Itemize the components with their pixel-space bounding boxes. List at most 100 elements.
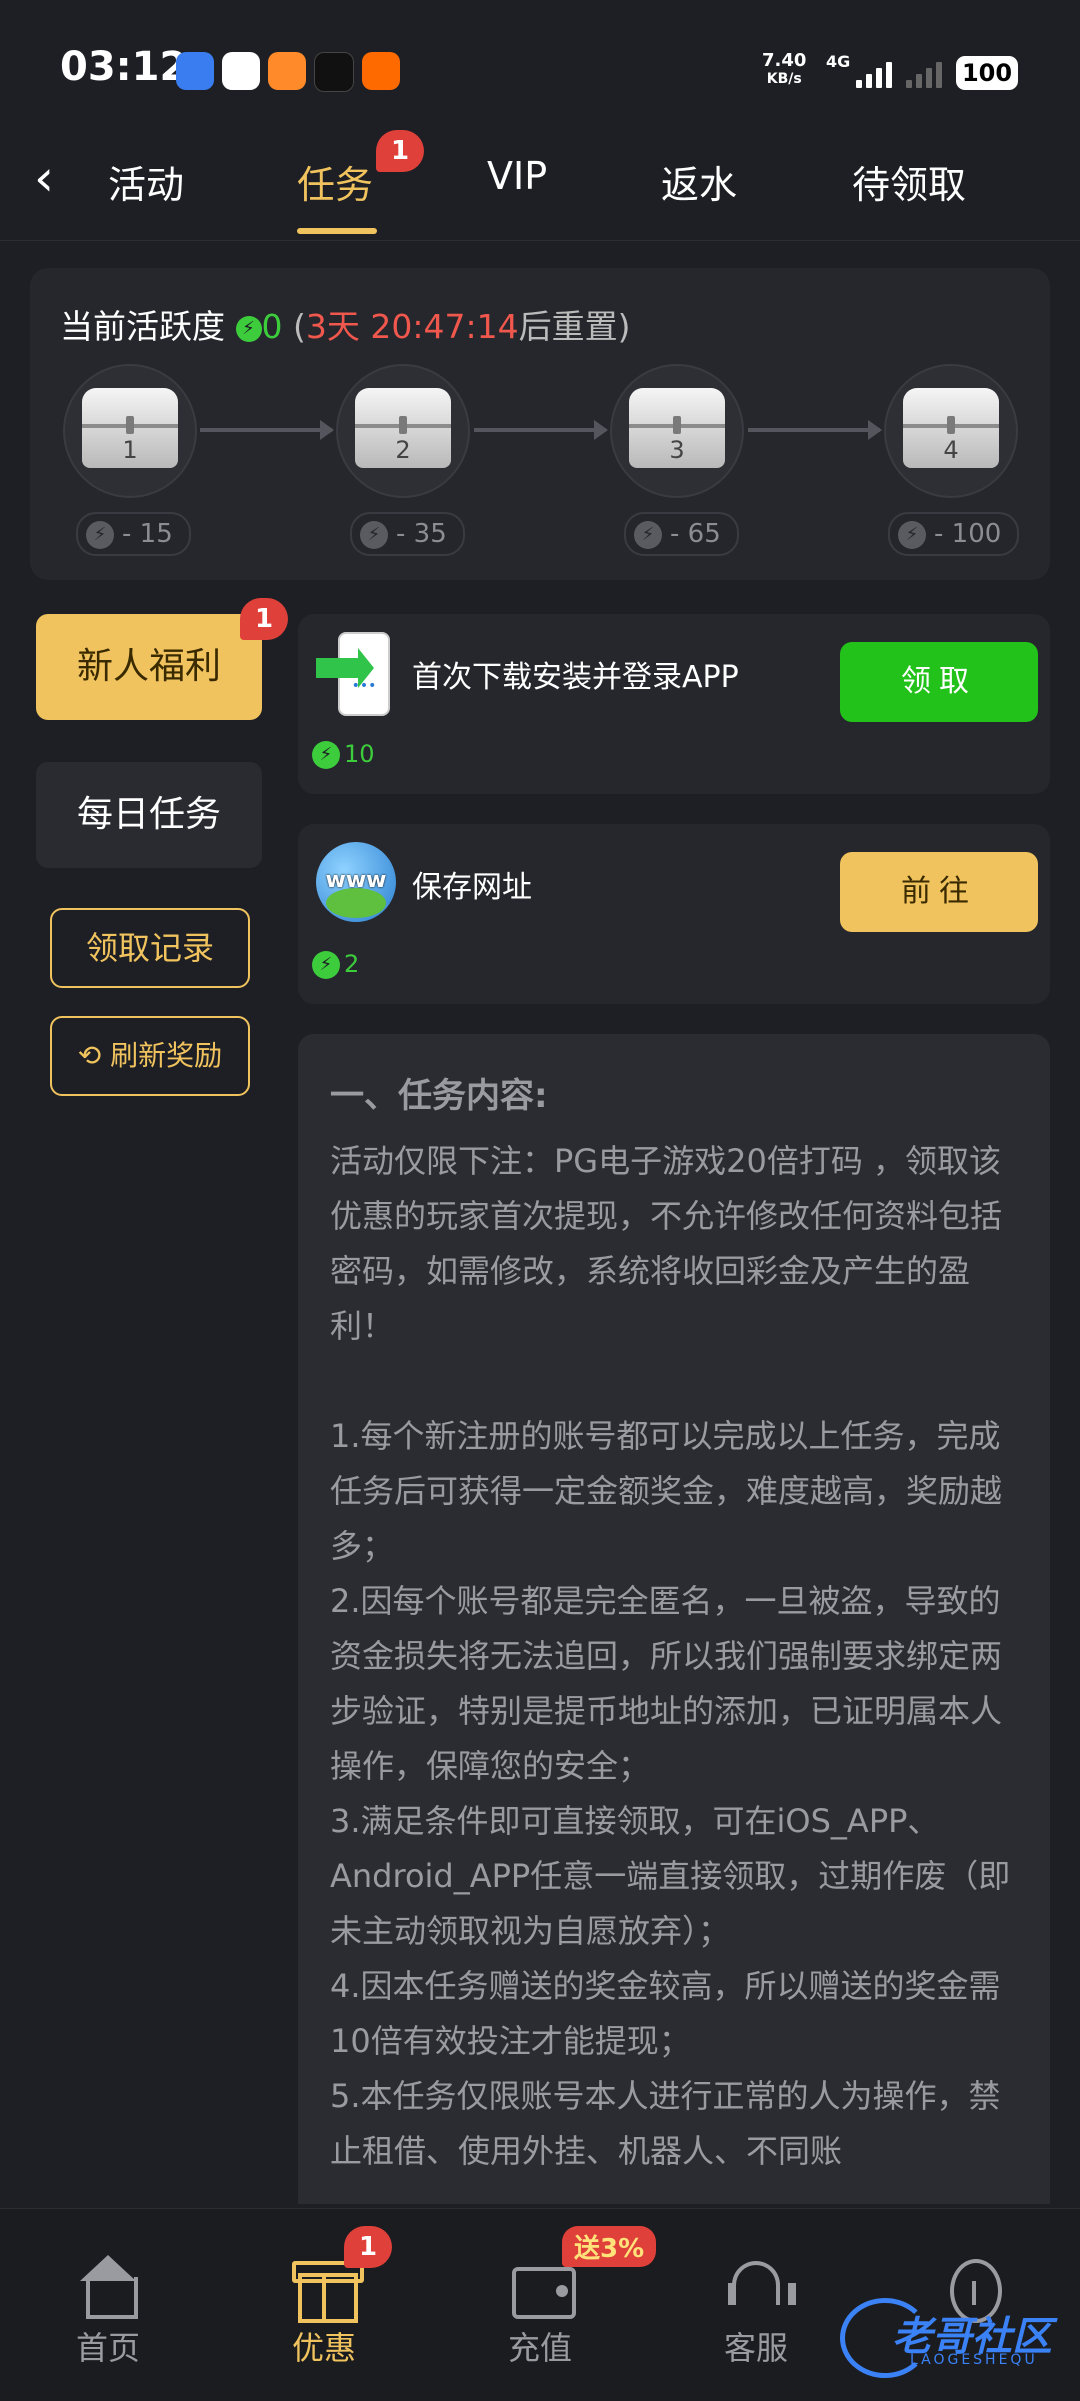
go-button[interactable]: 前往 xyxy=(840,852,1038,932)
task-card: 首次下载安装并登录APP ⚡10 领取 xyxy=(298,614,1050,794)
www-globe-icon: www xyxy=(316,842,396,922)
chest-label: 2 xyxy=(395,436,411,464)
task-description: 一、任务内容: 活动仅限下注：PG电子游戏20倍打码 ，领取该优惠的玩家首次提现… xyxy=(298,1034,1050,2204)
progress-arrow xyxy=(748,420,882,440)
requirement-value: - 100 xyxy=(934,519,1002,549)
claim-button[interactable]: 领取 xyxy=(840,642,1038,722)
chest-requirement-2: ⚡ - 35 xyxy=(350,512,465,556)
tab-activity[interactable]: 活动 xyxy=(108,154,184,209)
phone-download-icon xyxy=(316,632,396,716)
chest-label: 3 xyxy=(669,436,685,464)
rule-item: 1.每个新注册的账号都可以完成以上任务，完成任务后可获得一定金额奖金，难度越高，… xyxy=(330,1417,1003,1565)
treasure-chest-4[interactable]: 4 xyxy=(884,364,1018,498)
chest-icon: 1 xyxy=(82,388,178,468)
top-tab-bar: ‹ 活动 任务 1 VIP 返水 待领取 xyxy=(0,130,1080,241)
chest-requirement-4: ⚡ - 100 xyxy=(888,512,1020,556)
chest-requirement-3: ⚡ - 65 xyxy=(624,512,739,556)
description-body: 活动仅限下注：PG电子游戏20倍打码 ，领取该优惠的玩家首次提现，不允许修改任何… xyxy=(330,1134,1030,2179)
treasure-chest-1[interactable]: 1 xyxy=(63,364,197,498)
chest-label: 4 xyxy=(943,436,959,464)
activity-title: 当前活跃度 ⚡ 0 (3天 20:47:14后重置) xyxy=(60,300,630,348)
task-title: 保存网址 xyxy=(412,870,532,905)
treasure-chest-2[interactable]: 2 xyxy=(336,364,470,498)
nav-home[interactable]: 首页 xyxy=(28,2255,188,2369)
tiktok-icon xyxy=(314,52,354,92)
tab-rebate[interactable]: 返水 xyxy=(661,154,737,209)
side-tab-newbie[interactable]: 新人福利 xyxy=(36,614,262,720)
energy-bolt-icon: ⚡ xyxy=(898,520,926,549)
watermark-logo: 老哥社区 LAOGESHEQU xyxy=(840,2290,1070,2380)
watermark-subtext: LAOGESHEQU xyxy=(910,2352,1038,2368)
chest-icon: 2 xyxy=(355,388,451,468)
energy-bolt-icon: ⚡ xyxy=(312,741,340,769)
signal-icon-sim2 xyxy=(906,62,942,88)
refresh-label: 刷新奖励 xyxy=(110,1039,223,1072)
nav-support[interactable]: 客服 xyxy=(676,2255,836,2369)
nav-label: 客服 xyxy=(723,2329,788,2367)
energy-bolt-icon: ⚡ xyxy=(235,315,262,342)
progress-arrow xyxy=(200,420,334,440)
energy-bolt-icon: ⚡ xyxy=(86,520,114,549)
treasure-chest-3[interactable]: 3 xyxy=(610,364,744,498)
requirement-value: - 65 xyxy=(670,519,721,549)
net-speed-value: 7.40 xyxy=(762,50,807,71)
reward-value: 10 xyxy=(344,740,375,768)
tab-tasks-badge: 1 xyxy=(376,130,424,172)
claim-record-button[interactable]: 领取记录 xyxy=(50,908,250,988)
energy-bolt-icon: ⚡ xyxy=(634,520,662,549)
tab-tasks[interactable]: 任务 xyxy=(297,154,373,209)
www-text: www xyxy=(325,868,387,893)
refresh-rewards-button[interactable]: ⟲ 刷新奖励 xyxy=(50,1016,250,1096)
active-tab-indicator xyxy=(297,228,377,234)
activity-card: 当前活跃度 ⚡ 0 (3天 20:47:14后重置) 1 2 3 4 ⚡ - 15 … xyxy=(30,268,1050,580)
app-notification-icon xyxy=(176,52,214,90)
net-speed: 7.40 KB/s xyxy=(762,52,806,88)
nav-label: 优惠 xyxy=(291,2329,356,2367)
requirement-value: - 35 xyxy=(396,519,447,549)
tab-pending[interactable]: 待领取 xyxy=(852,154,966,209)
back-arrow-icon[interactable]: ‹ xyxy=(34,148,78,208)
task-reward: ⚡ 10 xyxy=(312,740,375,769)
nav-promotions[interactable]: 优惠 xyxy=(244,2255,404,2369)
activity-value: 0 xyxy=(261,307,283,346)
nav-label: 充值 xyxy=(507,2329,572,2367)
deposit-bonus-badge: 送3% xyxy=(562,2226,657,2267)
battery-icon: 100 xyxy=(956,56,1018,90)
energy-bolt-icon: ⚡ xyxy=(360,520,388,549)
reset-countdown: 3天 20:47:14 xyxy=(305,307,519,346)
signal-icon xyxy=(856,62,892,88)
notification-icons xyxy=(176,52,400,92)
promotions-badge: 1 xyxy=(344,2226,392,2268)
app-notification-icon xyxy=(362,52,400,90)
intro-paragraph: 活动仅限下注：PG电子游戏20倍打码 ，领取该优惠的玩家首次提现，不允许修改任何… xyxy=(330,1142,1003,1345)
home-icon xyxy=(76,2255,140,2319)
rule-item: 2.因每个账号都是完全匿名，一旦被盗，导致的资金损失将无法追回，所以我们强制要求… xyxy=(330,1582,1003,1785)
net-speed-unit: KB/s xyxy=(766,71,802,87)
refresh-icon: ⟲ xyxy=(77,1039,102,1072)
rule-item: 5.本任务仅限账号本人进行正常的人为操作，禁止租借、使用外挂、机器人、不同账 xyxy=(330,2077,1001,2170)
rule-item: 4.因本任务赠送的奖金较高，所以赠送的奖金需10倍有效投注才能提现； xyxy=(330,1967,1001,2060)
section-heading: 一、任务内容: xyxy=(330,1076,548,1116)
clock: 03:12 xyxy=(60,44,188,90)
progress-arrow xyxy=(474,420,608,440)
task-title: 首次下载安装并登录APP xyxy=(412,660,739,695)
status-bar: 03:12 7.40 KB/s 4G 100 xyxy=(0,0,1080,120)
newbie-badge: 1 xyxy=(240,598,288,640)
side-tab-daily[interactable]: 每日任务 xyxy=(36,762,262,868)
chest-icon: 3 xyxy=(629,388,725,468)
nav-label: 首页 xyxy=(75,2329,140,2367)
requirement-value: - 15 xyxy=(122,519,173,549)
paren-close: ) xyxy=(617,307,631,346)
chest-label: 1 xyxy=(122,436,138,464)
energy-bolt-icon: ⚡ xyxy=(312,951,340,979)
task-card: www 保存网址 ⚡ 2 前往 xyxy=(298,824,1050,1004)
app-notification-icon xyxy=(268,52,306,90)
paren-open: ( xyxy=(293,307,306,346)
headset-icon xyxy=(724,2255,796,2319)
nav-deposit[interactable]: 充值 xyxy=(460,2255,620,2369)
app-notification-icon xyxy=(222,52,260,90)
tab-vip[interactable]: VIP xyxy=(487,154,547,198)
chest-requirement-1: ⚡ - 15 xyxy=(76,512,191,556)
activity-label: 当前活跃度 xyxy=(60,307,225,346)
reset-suffix: 后重置 xyxy=(518,307,618,346)
